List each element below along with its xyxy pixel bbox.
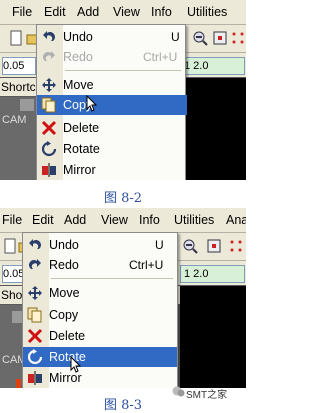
menu-utilities[interactable]: Utilities xyxy=(174,213,214,227)
canvas-area[interactable] xyxy=(180,78,246,180)
rotate-icon xyxy=(41,141,57,157)
figure-caption-8-2: 图 8-2 xyxy=(103,191,143,206)
mirror-label: Mirror xyxy=(63,163,96,177)
wechat-logo-icon xyxy=(172,386,185,397)
left-panel: CAM xyxy=(0,97,38,180)
redo-shortcut: Ctrl+U xyxy=(129,258,164,272)
menu-file[interactable]: File xyxy=(12,5,32,19)
copy-label: Copy xyxy=(49,308,79,322)
mirror-icon xyxy=(42,163,56,177)
grid-value: 1 2.0 xyxy=(184,60,209,72)
edit-menu-dropdown: Undo U Redo Ctrl+U Move Copy Delete Rota… xyxy=(22,232,178,388)
menu-bar: File Edit Add View Info Utilities xyxy=(0,0,246,25)
menu-separator xyxy=(51,278,173,279)
grid-value-field[interactable]: 1 2.0 xyxy=(180,57,245,75)
mouse-cursor-icon xyxy=(70,356,82,373)
menu-item-mirror[interactable]: Mirror xyxy=(23,368,177,388)
redo-shortcut: Ctrl+U xyxy=(143,50,178,64)
move-label: Move xyxy=(63,78,94,92)
undo-shortcut: U xyxy=(155,238,164,252)
mouse-cursor-icon xyxy=(86,95,98,112)
fit-view-icon[interactable] xyxy=(206,238,222,254)
menu-item-delete[interactable]: Delete xyxy=(37,118,185,138)
copy-icon xyxy=(27,307,42,323)
menu-bar: File Edit Add View Info Utilities Ana xyxy=(0,208,246,233)
canvas-area[interactable] xyxy=(180,286,246,388)
menu-item-undo[interactable]: Undo U xyxy=(37,27,185,47)
delete-icon xyxy=(27,328,43,344)
edit-menu-dropdown: Undo U Redo Ctrl+U Move Copy Delete Rota… xyxy=(36,24,187,180)
menu-edit[interactable]: Edit xyxy=(44,5,66,19)
grid-value: 1 2.0 xyxy=(184,268,209,280)
rotate-label: Rotate xyxy=(63,142,100,156)
cam-label: CAM xyxy=(2,114,27,126)
watermark-text: SMT之家 xyxy=(186,390,228,401)
mirror-icon xyxy=(28,371,42,385)
menu-add[interactable]: Add xyxy=(64,213,86,227)
redo-label: Redo xyxy=(63,50,93,64)
redo-icon xyxy=(29,259,41,269)
menu-separator xyxy=(65,70,181,71)
menu-view[interactable]: View xyxy=(101,213,128,227)
menu-item-copy[interactable]: Copy xyxy=(23,305,177,325)
screenshot-figure-8-2: File Edit Add View Info Utilities 0.05 1… xyxy=(0,0,246,180)
delete-label: Delete xyxy=(63,121,100,135)
coordinate-value: 0.05 xyxy=(3,60,25,72)
delete-icon xyxy=(41,120,57,136)
move-icon xyxy=(28,286,42,300)
coordinate-input[interactable]: 0.05 xyxy=(2,57,36,75)
menu-info[interactable]: Info xyxy=(139,213,160,227)
shortcut-label: Shortc xyxy=(1,80,36,94)
menu-utilities[interactable]: Utilities xyxy=(187,5,227,19)
menu-item-redo[interactable]: Redo Ctrl+U xyxy=(37,47,185,67)
menu-item-move[interactable]: Move xyxy=(37,75,185,95)
fit-view-icon[interactable] xyxy=(212,30,228,46)
marker-indicator xyxy=(16,379,21,388)
menu-item-delete[interactable]: Delete xyxy=(23,326,177,346)
menu-item-move[interactable]: Move xyxy=(23,283,177,303)
menu-item-copy[interactable]: Copy xyxy=(37,95,187,115)
menu-info[interactable]: Info xyxy=(151,5,172,19)
delete-label: Delete xyxy=(49,329,86,343)
menu-edit[interactable]: Edit xyxy=(32,213,54,227)
copy-icon xyxy=(41,97,56,113)
undo-icon xyxy=(43,31,55,41)
menu-item-rotate[interactable]: Rotate xyxy=(23,347,177,367)
screenshot-figure-8-3: File Edit Add View Info Utilities Ana 0.… xyxy=(0,208,246,388)
menu-item-redo[interactable]: Redo Ctrl+U xyxy=(23,255,177,275)
move-icon xyxy=(42,78,56,92)
menu-item-rotate[interactable]: Rotate xyxy=(37,139,185,159)
grid-icon[interactable] xyxy=(228,238,244,254)
menu-item-mirror[interactable]: Mirror xyxy=(37,160,185,180)
rotate-icon xyxy=(27,349,43,365)
new-file-icon[interactable] xyxy=(2,238,18,254)
zoom-out-icon[interactable] xyxy=(182,238,198,254)
undo-icon xyxy=(29,239,41,249)
move-label: Move xyxy=(49,286,80,300)
undo-label: Undo xyxy=(49,238,79,252)
grid-icon[interactable] xyxy=(230,30,246,46)
menu-file[interactable]: File xyxy=(2,213,22,227)
redo-icon xyxy=(43,51,55,61)
menu-view[interactable]: View xyxy=(113,5,140,19)
new-file-icon[interactable] xyxy=(8,30,24,46)
undo-label: Undo xyxy=(63,30,93,44)
menu-add[interactable]: Add xyxy=(77,5,99,19)
panel-thumbnail xyxy=(20,99,34,111)
menu-item-undo[interactable]: Undo U xyxy=(23,235,177,255)
undo-shortcut: U xyxy=(171,30,180,44)
grid-value-field[interactable]: 1 2.0 xyxy=(180,265,245,283)
zoom-out-icon[interactable] xyxy=(192,30,208,46)
menu-analysis[interactable]: Ana xyxy=(226,213,246,227)
redo-label: Redo xyxy=(49,258,79,272)
